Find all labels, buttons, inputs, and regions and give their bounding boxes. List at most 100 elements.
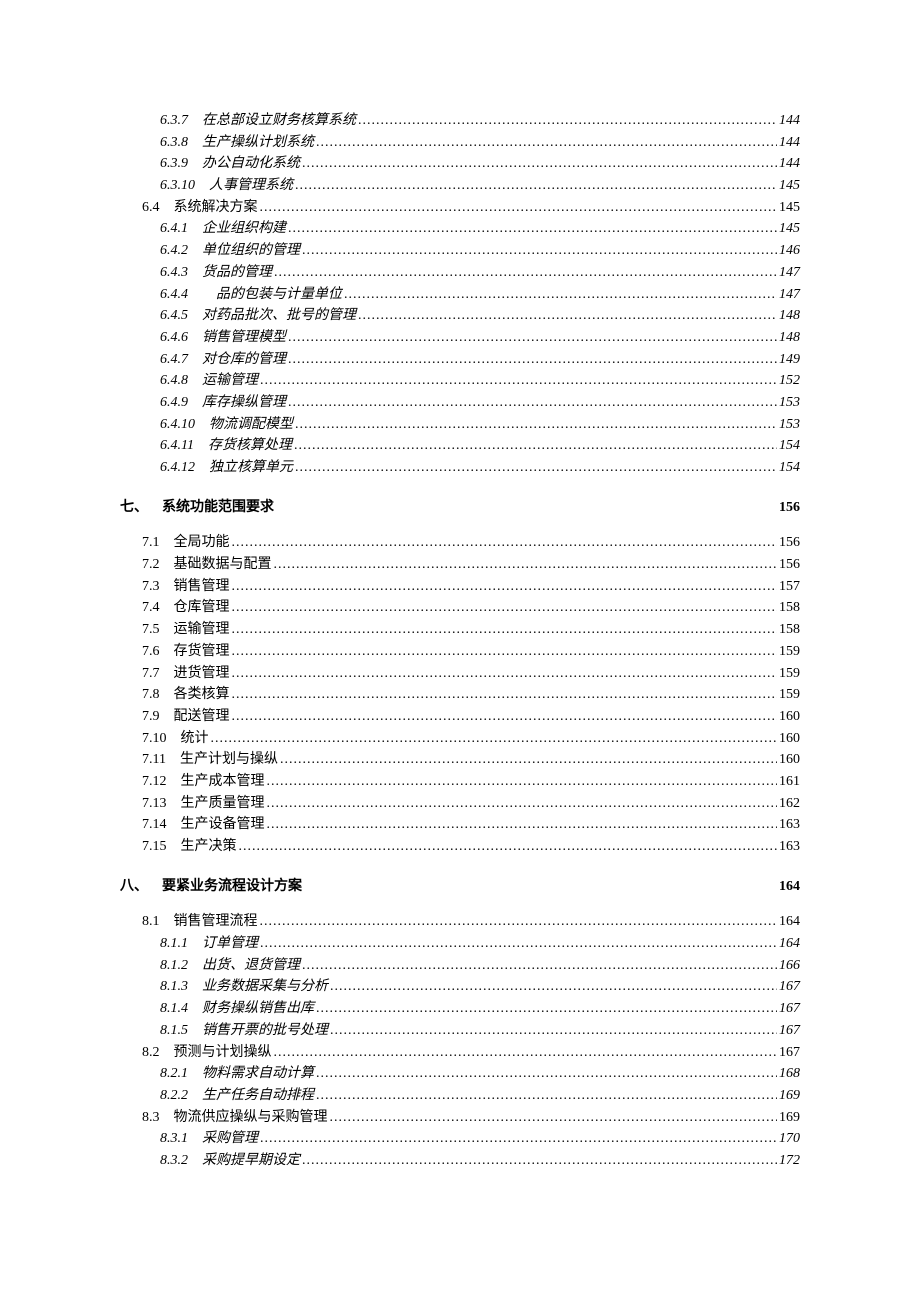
toc-number: 八、 bbox=[120, 876, 148, 898]
toc-page-number: 154 bbox=[779, 457, 800, 479]
toc-entry: 6.4.6销售管理模型148 bbox=[120, 327, 800, 349]
toc-title: 库存操纵管理 bbox=[202, 392, 286, 414]
toc-page-number: 144 bbox=[779, 153, 800, 175]
toc-page-number: 149 bbox=[779, 349, 800, 371]
toc-entry: 8.2.2生产任务自动排程169 bbox=[120, 1085, 800, 1107]
toc-leader-dots bbox=[288, 349, 777, 371]
toc-number: 8.1.5 bbox=[160, 1020, 188, 1042]
toc-title: 销售管理流程 bbox=[174, 911, 258, 933]
toc-title: 存货管理 bbox=[174, 641, 230, 663]
toc-entry: 6.4.8运输管理152 bbox=[120, 370, 800, 392]
toc-page-number: 160 bbox=[779, 749, 800, 771]
toc-number: 8.1.1 bbox=[160, 933, 188, 955]
toc-leader-dots bbox=[267, 771, 778, 793]
toc-page-number: 162 bbox=[779, 793, 800, 815]
toc-leader-dots bbox=[280, 749, 777, 771]
table-of-contents: 6.3.7在总部设立财务核算系统1446.3.8生产操纵计划系统1446.3.9… bbox=[120, 110, 800, 1172]
toc-title: 仓库管理 bbox=[174, 597, 230, 619]
toc-leader-dots bbox=[295, 457, 777, 479]
toc-leader-dots bbox=[276, 509, 777, 511]
toc-leader-dots bbox=[274, 1042, 778, 1064]
toc-number: 7.7 bbox=[142, 663, 160, 685]
toc-title: 进货管理 bbox=[174, 663, 230, 685]
toc-entry: 8.2预测与计划操纵167 bbox=[120, 1042, 800, 1064]
toc-entry: 8.3.1采购管理170 bbox=[120, 1128, 800, 1150]
toc-page-number: 159 bbox=[779, 663, 800, 685]
toc-page-number: 169 bbox=[779, 1085, 800, 1107]
toc-page-number: 156 bbox=[779, 532, 800, 554]
toc-title: 品的包装与计量单位 bbox=[202, 284, 342, 306]
toc-number: 6.4.3 bbox=[160, 262, 188, 284]
toc-page-number: 172 bbox=[779, 1150, 800, 1172]
toc-entry: 7.10统计160 bbox=[120, 728, 800, 750]
toc-leader-dots bbox=[302, 955, 777, 977]
toc-number: 8.2.1 bbox=[160, 1063, 188, 1085]
toc-leader-dots bbox=[302, 240, 777, 262]
toc-page-number: 145 bbox=[779, 175, 800, 197]
toc-title: 对药品批次、批号的管理 bbox=[202, 305, 356, 327]
toc-entry: 7.8各类核算159 bbox=[120, 684, 800, 706]
toc-title: 在总部设立财务核算系统 bbox=[202, 110, 356, 132]
toc-page-number: 145 bbox=[779, 197, 800, 219]
toc-entry: 6.4.7对仓库的管理149 bbox=[120, 349, 800, 371]
toc-title: 销售开票的批号处理 bbox=[202, 1020, 328, 1042]
toc-number: 6.3.7 bbox=[160, 110, 188, 132]
toc-number: 7.3 bbox=[142, 576, 160, 598]
toc-page-number: 167 bbox=[779, 1042, 800, 1064]
toc-number: 8.1 bbox=[142, 911, 160, 933]
toc-title: 配送管理 bbox=[174, 706, 230, 728]
toc-leader-dots bbox=[358, 110, 777, 132]
toc-title: 生产质量管理 bbox=[181, 793, 265, 815]
toc-number: 6.4.5 bbox=[160, 305, 188, 327]
toc-title: 基础数据与配置 bbox=[174, 554, 272, 576]
toc-entry: 6.4.1企业组织构建145 bbox=[120, 218, 800, 240]
toc-leader-dots bbox=[232, 576, 778, 598]
toc-entry: 8.1.1订单管理164 bbox=[120, 933, 800, 955]
toc-leader-dots bbox=[330, 1107, 778, 1129]
toc-title: 货品的管理 bbox=[202, 262, 272, 284]
toc-page-number: 145 bbox=[779, 218, 800, 240]
toc-number: 6.4.2 bbox=[160, 240, 188, 262]
toc-number: 6.4.1 bbox=[160, 218, 188, 240]
toc-leader-dots bbox=[316, 1063, 777, 1085]
toc-page-number: 167 bbox=[779, 1020, 800, 1042]
toc-leader-dots bbox=[211, 728, 778, 750]
toc-page-number: 153 bbox=[779, 392, 800, 414]
toc-page-number: 153 bbox=[779, 414, 800, 436]
toc-entry: 6.4.3货品的管理147 bbox=[120, 262, 800, 284]
toc-title: 物料需求自动计算 bbox=[202, 1063, 314, 1085]
toc-number: 7.8 bbox=[142, 684, 160, 706]
toc-title: 物流供应操纵与采购管理 bbox=[174, 1107, 328, 1129]
toc-number: 7.2 bbox=[142, 554, 160, 576]
toc-leader-dots bbox=[232, 663, 778, 685]
toc-title: 采购提早期设定 bbox=[202, 1150, 300, 1172]
toc-entry: 6.4.5 对药品批次、批号的管理 148 bbox=[120, 305, 800, 327]
toc-entry: 7.9配送管理160 bbox=[120, 706, 800, 728]
toc-entry: 8.2.1物料需求自动计算168 bbox=[120, 1063, 800, 1085]
toc-page-number: 158 bbox=[779, 619, 800, 641]
toc-entry: 8.1.3业务数据采集与分析167 bbox=[120, 976, 800, 998]
toc-title: 系统解决方案 bbox=[174, 197, 258, 219]
toc-number: 7.6 bbox=[142, 641, 160, 663]
toc-leader-dots bbox=[232, 706, 778, 728]
toc-leader-dots bbox=[288, 392, 777, 414]
toc-title: 全局功能 bbox=[174, 532, 230, 554]
toc-number: 8.1.3 bbox=[160, 976, 188, 998]
toc-title: 预测与计划操纵 bbox=[174, 1042, 272, 1064]
toc-title: 物流调配模型 bbox=[209, 414, 293, 436]
toc-title: 销售管理模型 bbox=[202, 327, 286, 349]
toc-title: 生产任务自动排程 bbox=[202, 1085, 314, 1107]
toc-entry: 7.4仓库管理158 bbox=[120, 597, 800, 619]
toc-entry: 7.2基础数据与配置156 bbox=[120, 554, 800, 576]
toc-leader-dots bbox=[267, 814, 778, 836]
toc-number: 6.4.12 bbox=[160, 457, 195, 479]
toc-leader-dots bbox=[344, 284, 777, 306]
toc-entry: 8.1.2出货、退货管理166 bbox=[120, 955, 800, 977]
toc-number: 8.3.1 bbox=[160, 1128, 188, 1150]
toc-number: 7.10 bbox=[142, 728, 167, 750]
toc-title: 系统功能范围要求 bbox=[162, 497, 274, 519]
toc-page-number: 164 bbox=[779, 876, 800, 898]
toc-page-number: 148 bbox=[779, 305, 800, 327]
toc-title: 独立核算单元 bbox=[209, 457, 293, 479]
toc-title: 业务数据采集与分析 bbox=[202, 976, 328, 998]
